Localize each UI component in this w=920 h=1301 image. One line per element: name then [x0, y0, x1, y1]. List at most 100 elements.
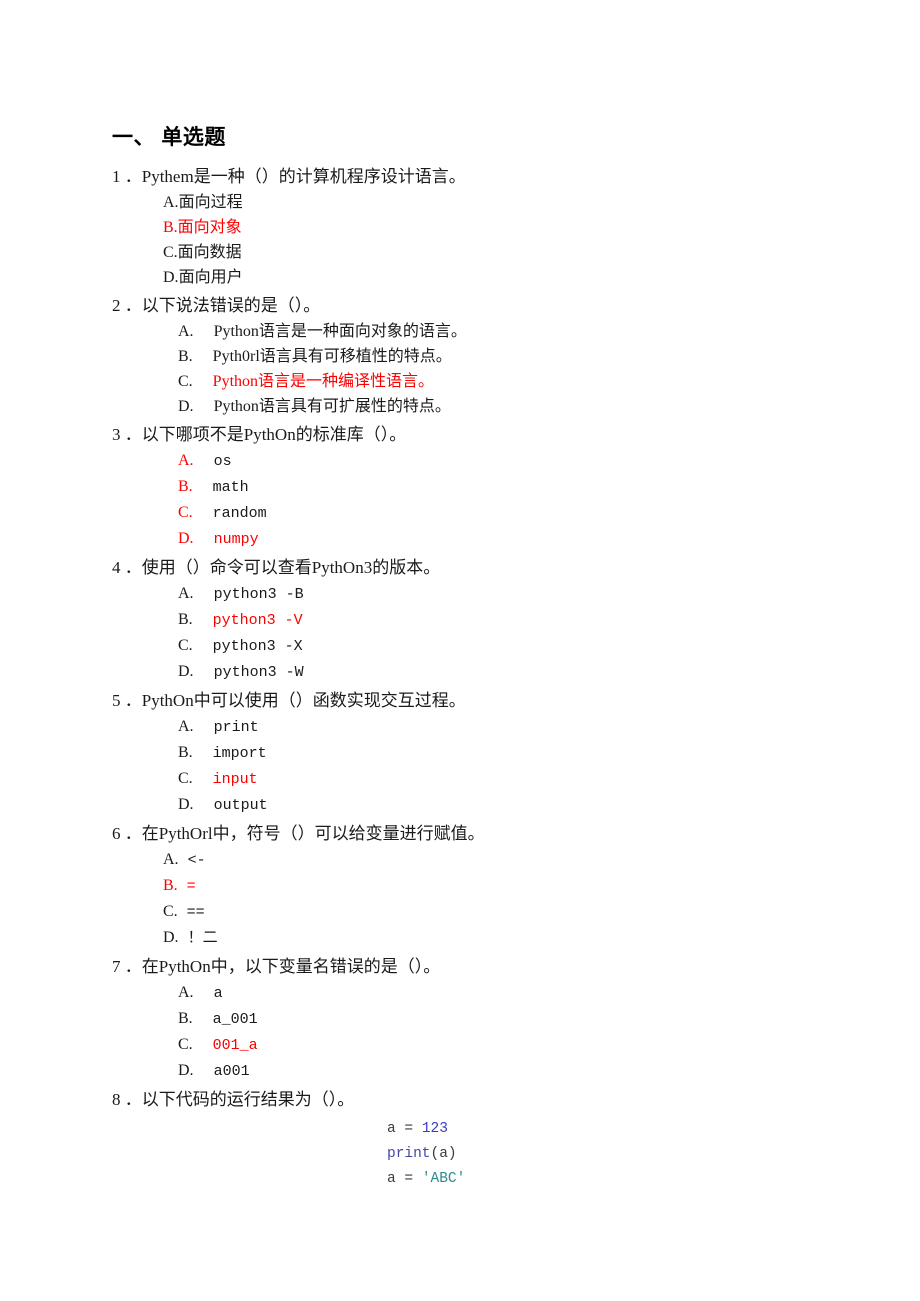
code-token-number: 123 — [421, 1121, 448, 1138]
question-list: 1 ．Pythem是一种（）的计算机程序设计语言。 A.面向过程 B.面向对象 C.面… — [112, 164, 852, 1192]
option-list: A. Python语言是一种面向对象的语言。 B. Pyth0rl语言具有可移植性的特… — [112, 319, 852, 419]
option-row[interactable]: B. a_001 — [112, 1006, 852, 1032]
code-block: a = 123 print(a) a = 'ABC' — [112, 1117, 852, 1192]
option-text: 面向过程 — [178, 194, 243, 212]
option-text: == — [177, 904, 205, 922]
option-row[interactable]: C. random — [112, 500, 852, 526]
option-text: a001 — [213, 1063, 250, 1081]
option-row[interactable]: B. = — [112, 873, 852, 899]
option-list: A.面向过程 B.面向对象 C.面向数据 D.面向用户 — [112, 190, 852, 290]
option-text: python3 -B — [213, 586, 304, 604]
option-row[interactable]: A. python3 -B — [112, 581, 852, 607]
option-letter: A. — [178, 984, 194, 1002]
option-row[interactable]: A. print — [112, 714, 852, 740]
question-number: 5 ． — [112, 691, 142, 711]
option-text: 面向数据 — [177, 244, 242, 262]
option-text: random — [212, 505, 267, 523]
question-text: 以下说法错误的是（）。 — [141, 296, 321, 316]
document-content: 一、 单选题 1 ．Pythem是一种（）的计算机程序设计语言。 A.面向过程 B.… — [112, 125, 852, 1192]
option-row[interactable]: C.面向数据 — [112, 240, 852, 265]
question-text: 在PythOrl中，符号（）可以给变量进行赋值。 — [141, 824, 485, 844]
question-block: 6 ．在PythOrl中，符号（）可以给变量进行赋值。 A. <- B. = C. =… — [112, 821, 852, 951]
question-number: 6 ． — [112, 824, 142, 844]
option-text: Python语言是一种面向对象的语言。 — [213, 323, 467, 341]
option-row[interactable]: D. output — [112, 792, 852, 818]
question-stem: 1 ．Pythem是一种（）的计算机程序设计语言。 — [112, 164, 852, 190]
section-heading: 一、 单选题 — [112, 126, 226, 149]
option-row[interactable]: D. ！二 — [112, 925, 852, 951]
option-text: Pyth0rl语言具有可移植性的特点。 — [212, 348, 452, 366]
option-row[interactable]: B. Pyth0rl语言具有可移植性的特点。 — [112, 344, 852, 369]
option-text: input — [212, 771, 258, 789]
question-number: 7 ． — [112, 957, 142, 977]
option-letter: B. — [163, 877, 178, 895]
option-letter: B. — [163, 219, 178, 237]
option-row[interactable]: B. import — [112, 740, 852, 766]
option-row[interactable]: D.面向用户 — [112, 265, 852, 290]
code-token-op: = — [404, 1171, 422, 1188]
option-row[interactable]: A. Python语言是一种面向对象的语言。 — [112, 319, 852, 344]
option-letter: B. — [178, 1010, 193, 1028]
option-letter: A. — [178, 323, 194, 341]
option-row[interactable]: C. python3 -X — [112, 633, 852, 659]
option-letter: D. — [178, 1062, 194, 1080]
option-row[interactable]: C. 001_a — [112, 1032, 852, 1058]
option-list: A. print B. import C. input D. output — [112, 714, 852, 818]
option-row[interactable]: B. math — [112, 474, 852, 500]
option-row[interactable]: C. == — [112, 899, 852, 925]
option-letter: C. — [178, 504, 193, 522]
option-letter: B. — [178, 611, 193, 629]
option-letter: C. — [178, 770, 193, 788]
question-text: 以下哪项不是PythOn的标准库（）。 — [141, 425, 407, 445]
option-text: <- — [178, 852, 206, 870]
option-text: a_001 — [212, 1011, 258, 1029]
option-row[interactable]: A. a — [112, 980, 852, 1006]
question-number: 3 ． — [112, 425, 142, 445]
option-text: os — [213, 453, 232, 471]
option-row[interactable]: A. os — [112, 448, 852, 474]
option-text: 面向用户 — [178, 269, 243, 287]
option-list: A. a B. a_001 C. 001_a D. a001 — [112, 980, 852, 1084]
option-row[interactable]: C. input — [112, 766, 852, 792]
question-text: 在PythOn中，以下变量名错误的是（）。 — [141, 957, 441, 977]
option-text: python3 -V — [212, 612, 303, 630]
option-text: output — [213, 797, 268, 815]
option-text: 001_a — [212, 1037, 258, 1055]
option-letter: C. — [163, 244, 178, 262]
option-text: math — [212, 479, 249, 497]
option-text: print — [213, 719, 259, 737]
code-token-op: = — [404, 1121, 422, 1138]
code-token-name: a — [387, 1171, 405, 1188]
question-block: 2 ．以下说法错误的是（）。 A. Python语言是一种面向对象的语言。 B. Pyt… — [112, 293, 852, 419]
question-stem: 4 ．使用（）命令可以查看PythOn3的版本。 — [112, 555, 852, 581]
option-text: import — [212, 745, 267, 763]
option-text: 面向对象 — [177, 219, 242, 237]
option-row[interactable]: B.面向对象 — [112, 215, 852, 240]
option-letter: B. — [178, 348, 193, 366]
code-line: print(a) — [112, 1142, 852, 1167]
question-number: 1 ． — [112, 167, 142, 187]
question-block: 4 ．使用（）命令可以查看PythOn3的版本。 A. python3 -B B. py… — [112, 555, 852, 685]
option-list: A. <- B. = C. == D. ！二 — [112, 847, 852, 951]
option-letter: D. — [163, 929, 179, 947]
option-row[interactable]: A.面向过程 — [112, 190, 852, 215]
option-letter: A. — [163, 194, 179, 212]
option-row[interactable]: D. python3 -W — [112, 659, 852, 685]
option-row[interactable]: A. <- — [112, 847, 852, 873]
code-token-func: print — [387, 1146, 431, 1163]
option-row[interactable]: C. Python语言是一种编译性语言。 — [112, 369, 852, 394]
option-letter: D. — [178, 796, 194, 814]
question-block: 7 ．在PythOn中，以下变量名错误的是（）。 A. a B. a_001 C. 001_… — [112, 954, 852, 1084]
option-text: Python语言是一种编译性语言。 — [212, 373, 435, 391]
option-row[interactable]: D. a001 — [112, 1058, 852, 1084]
question-text: 以下代码的运行结果为（）。 — [141, 1090, 355, 1110]
question-block: 3 ．以下哪项不是PythOn的标准库（）。 A. os B. math C. random… — [112, 422, 852, 552]
option-letter: A. — [178, 585, 194, 603]
option-list: A. os B. math C. random D. numpy — [112, 448, 852, 552]
option-letter: D. — [178, 398, 194, 416]
option-row[interactable]: D. numpy — [112, 526, 852, 552]
option-text: numpy — [213, 531, 259, 549]
option-row[interactable]: B. python3 -V — [112, 607, 852, 633]
option-row[interactable]: D. Python语言具有可扩展性的特点。 — [112, 394, 852, 419]
option-text: ！二 — [178, 930, 218, 948]
